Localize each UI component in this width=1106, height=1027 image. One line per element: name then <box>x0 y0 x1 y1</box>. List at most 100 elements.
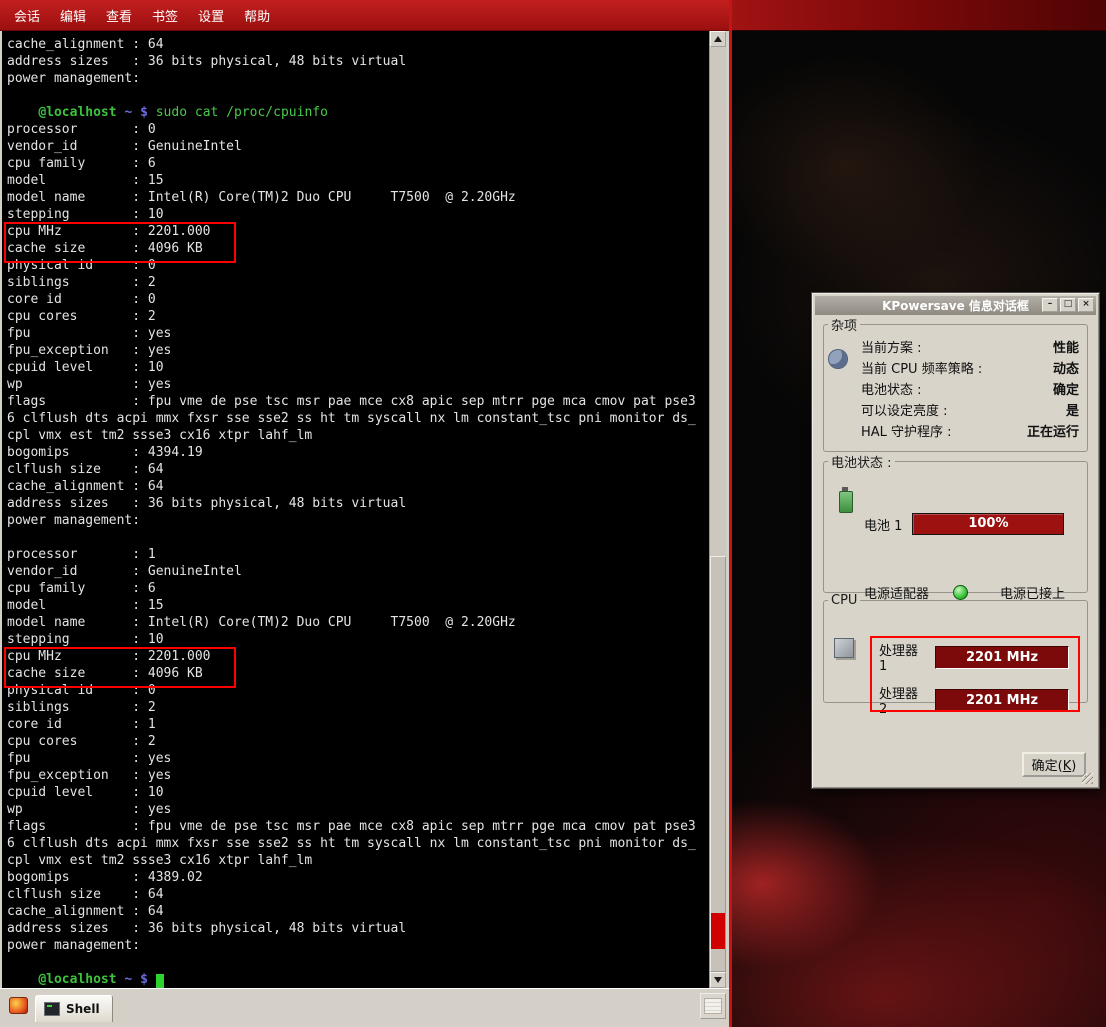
terminal-text-segment: cpu MHz : 2201.000 <box>7 649 211 664</box>
new-session-button[interactable] <box>5 993 31 1019</box>
terminal-text-segment: stepping : 10 <box>7 632 164 647</box>
terminal-menubar: 会话编辑查看书签设置帮助 <box>0 0 729 31</box>
terminal-line: fpu : yes <box>7 751 709 768</box>
terminal-text-segment: stepping : 10 <box>7 207 164 222</box>
terminal-line: cache size : 4096 KB <box>7 241 709 258</box>
misc-row: HAL 守护程序 :正在运行 <box>861 422 1079 443</box>
resize-grip[interactable] <box>1082 773 1093 784</box>
menu-help[interactable]: 帮助 <box>234 2 280 29</box>
terminal-line: flags : fpu vme de pse tsc msr pae mce c… <box>7 394 709 411</box>
terminal-text-segment: fpu : yes <box>7 751 171 766</box>
terminal-line: stepping : 10 <box>7 632 709 649</box>
terminal-text-segment: model name : Intel(R) Core(TM)2 Duo CPU … <box>7 615 516 630</box>
terminal-scrollbar[interactable] <box>709 31 726 988</box>
maximize-button[interactable]: □ <box>1060 298 1076 312</box>
session-list-button[interactable] <box>700 993 726 1019</box>
terminal-lines: cache_alignment : 64 address sizes : 36 b… <box>2 31 709 988</box>
battery-group-label: 电池状态 : <box>828 452 895 471</box>
terminal-line: cache_alignment : 64 <box>7 904 709 921</box>
terminal-text-segment: ~ $ <box>117 105 156 120</box>
session-list-icon <box>704 998 722 1014</box>
terminal-line: address sizes : 36 bits physical, 48 bit… <box>7 54 709 71</box>
terminal-line: cpu MHz : 2201.000 <box>7 224 709 241</box>
terminal-text-segment: model name : Intel(R) Core(TM)2 Duo CPU … <box>7 190 516 205</box>
terminal-line <box>7 955 709 972</box>
terminal-text-segment: physical id : 0 <box>7 258 156 273</box>
terminal-text-segment: cache size : 4096 KB <box>7 666 203 681</box>
terminal-text-segment: cpu MHz : 2201.000 <box>7 224 211 239</box>
icon-column <box>829 338 853 443</box>
misc-label: 当前 CPU 频率策略 : <box>861 359 982 380</box>
menu-bookmarks[interactable]: 书签 <box>142 2 188 29</box>
battery-group: 电池状态 : 电池 1 100% 电源适配器 电源已接上 <box>823 452 1088 593</box>
terminal-line: clflush size : 64 <box>7 462 709 479</box>
terminal-line: physical id : 0 <box>7 683 709 700</box>
terminal-line: flags : fpu vme de pse tsc msr pae mce c… <box>7 819 709 836</box>
cpu-label: 处理器 2 <box>879 683 929 717</box>
terminal-line: fpu_exception : yes <box>7 768 709 785</box>
terminal-text-segment: 6 clflush dts acpi mmx fxsr sse sse2 ss … <box>7 836 696 851</box>
terminal-line: stepping : 10 <box>7 207 709 224</box>
battery-row: 电池 1 100% <box>864 513 1064 535</box>
terminal-text-segment: clflush size : 64 <box>7 462 164 477</box>
terminal-line: 6 clflush dts acpi mmx fxsr sse sse2 ss … <box>7 836 709 853</box>
misc-row: 当前方案 :性能 <box>861 338 1079 359</box>
minimize-button[interactable]: – <box>1042 298 1058 312</box>
battery-label: 电池 1 <box>864 515 902 534</box>
menu-edit[interactable]: 编辑 <box>50 2 96 29</box>
ok-label-pre: 确定( <box>1032 759 1063 774</box>
terminal-line: clflush size : 64 <box>7 887 709 904</box>
terminal-output-area[interactable]: cache_alignment : 64 address sizes : 36 b… <box>2 31 709 988</box>
terminal-text-segment: model : 15 <box>7 173 164 188</box>
background-titlebar <box>732 0 1106 31</box>
cpu-row: 处理器 12201 MHz <box>879 640 1069 674</box>
menu-settings[interactable]: 设置 <box>188 2 234 29</box>
terminal-line: cpu MHz : 2201.000 <box>7 649 709 666</box>
terminal-window: 会话编辑查看书签设置帮助 cache_alignment : 64 address… <box>0 0 729 1027</box>
misc-group: 杂项 当前方案 :性能当前 CPU 频率策略 :动态电池状态 :确定可以设定亮度… <box>823 315 1088 452</box>
new-session-icon <box>9 997 28 1014</box>
terminal-line: 6 clflush dts acpi mmx fxsr sse sse2 ss … <box>7 411 709 428</box>
terminal-text-segment: flags : fpu vme de pse tsc msr pae mce c… <box>7 819 696 834</box>
terminal-text-segment: address sizes : 36 bits physical, 48 bit… <box>7 496 406 511</box>
terminal-text-segment: siblings : 2 <box>7 275 156 290</box>
terminal-line: cpl vmx est tm2 ssse3 cx16 xtpr lahf_lm <box>7 853 709 870</box>
terminal-line: model : 15 <box>7 173 709 190</box>
terminal-text-segment: cpu cores : 2 <box>7 309 156 324</box>
terminal-line: power management: <box>7 513 709 530</box>
tab-shell[interactable]: Shell <box>35 995 113 1022</box>
dialog-footer: 确定(K) <box>1022 752 1086 777</box>
terminal-line: core id : 1 <box>7 717 709 734</box>
terminal-line: bogomips : 4394.19 <box>7 445 709 462</box>
scroll-down-button[interactable] <box>710 972 726 988</box>
terminal-text-segment: address sizes : 36 bits physical, 48 bit… <box>7 54 406 69</box>
terminal-text-segment: model : 15 <box>7 598 164 613</box>
misc-value: 正在运行 <box>1027 422 1079 443</box>
menu-view[interactable]: 查看 <box>96 2 142 29</box>
scrollbar-track[interactable] <box>710 47 726 972</box>
window-buttons: –□× <box>1042 298 1094 312</box>
terminal-text-segment: cpl vmx est tm2 ssse3 cx16 xtpr lahf_lm <box>7 853 312 868</box>
terminal-line: @localhost ~ $ sudo cat /proc/cpuinfo <box>7 105 709 122</box>
misc-rows: 当前方案 :性能当前 CPU 频率策略 :动态电池状态 :确定可以设定亮度 :是… <box>861 338 1081 443</box>
ok-button[interactable]: 确定(K) <box>1022 752 1086 777</box>
terminal-text-segment: cpu cores : 2 <box>7 734 156 749</box>
terminal-text-segment: ~ $ <box>117 972 156 987</box>
arrow-down-icon <box>714 977 722 983</box>
terminal-text-segment: flags : fpu vme de pse tsc msr pae mce c… <box>7 394 696 409</box>
menu-session[interactable]: 会话 <box>4 2 50 29</box>
dialog-titlebar[interactable]: KPowersave 信息对话框 –□× <box>815 296 1096 315</box>
terminal-text-segment: vendor_id : GenuineIntel <box>7 564 242 579</box>
terminal-text-segment: siblings : 2 <box>7 700 156 715</box>
terminal-line: siblings : 2 <box>7 700 709 717</box>
terminal-text-segment <box>7 972 38 987</box>
kpowersave-dialog: KPowersave 信息对话框 –□× 杂项 当前方案 :性能当前 CPU 频… <box>811 292 1100 789</box>
desktop-background: KPowersave 信息对话框 –□× 杂项 当前方案 :性能当前 CPU 频… <box>732 0 1106 1027</box>
close-button[interactable]: × <box>1078 298 1094 312</box>
cpu-group: CPU 处理器 12201 MHz处理器 22201 MHz <box>823 593 1088 703</box>
terminal-line: fpu : yes <box>7 326 709 343</box>
scrollbar-thumb[interactable] <box>710 556 726 972</box>
misc-row: 电池状态 :确定 <box>861 380 1079 401</box>
scroll-up-button[interactable] <box>710 31 726 47</box>
battery-progressbar: 100% <box>912 513 1064 535</box>
